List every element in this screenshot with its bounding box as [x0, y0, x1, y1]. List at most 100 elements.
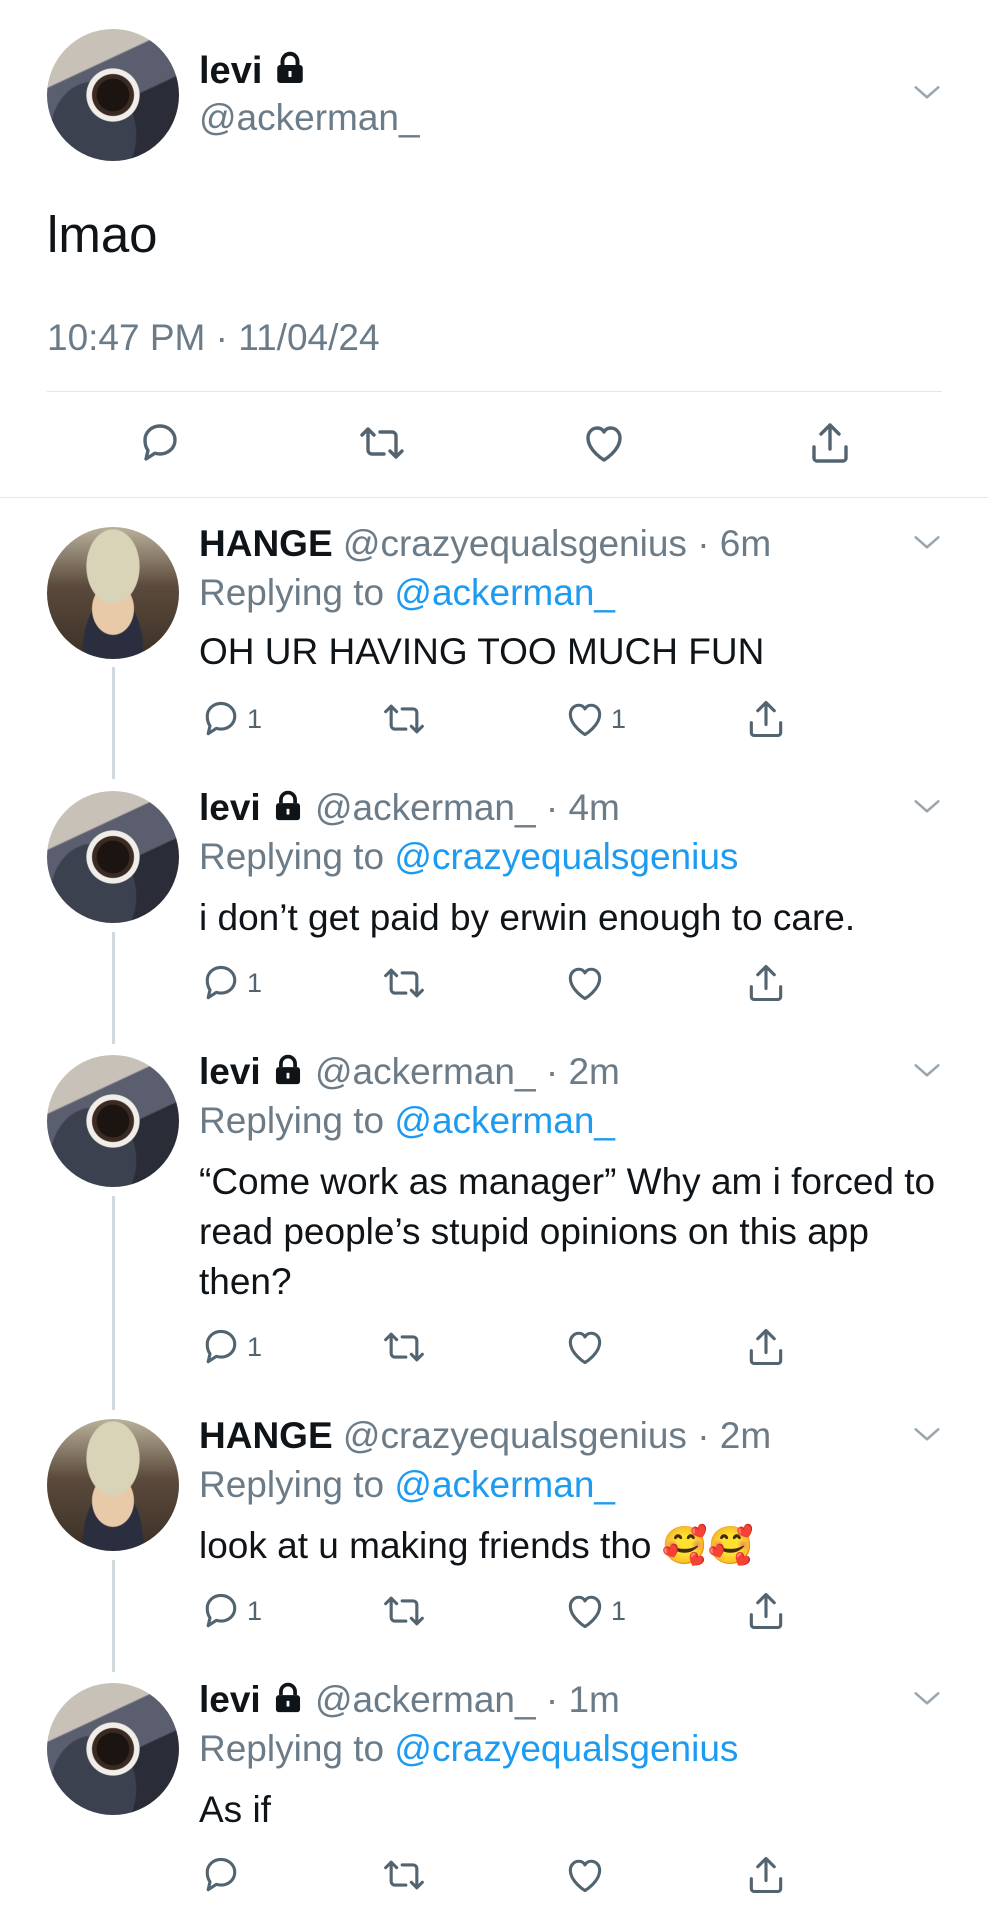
- retweet-icon: [382, 961, 426, 1005]
- share-button[interactable]: [744, 1325, 788, 1369]
- chevron-down-icon[interactable]: [910, 1682, 944, 1716]
- like-icon: [563, 1589, 607, 1633]
- chevron-down-icon[interactable]: [910, 76, 944, 110]
- replying-to-label: Replying to: [199, 1728, 385, 1769]
- thread-line: [112, 1560, 115, 1672]
- reply-author-name: levi: [199, 1051, 261, 1092]
- retweet-icon: [382, 1325, 426, 1369]
- reply-header[interactable]: levi @ackerman_ · 1m: [199, 1678, 620, 1722]
- like-button[interactable]: 1: [563, 1589, 626, 1633]
- reply-count: 1: [247, 1331, 263, 1362]
- like-button[interactable]: [563, 961, 607, 1005]
- chevron-down-icon[interactable]: [910, 1054, 944, 1088]
- lock-icon: [271, 789, 305, 823]
- like-count: 1: [611, 1595, 627, 1626]
- reply-icon: [199, 1589, 243, 1633]
- replying-to: Replying to @ackerman_: [199, 571, 615, 615]
- replying-to-link[interactable]: @crazyequalsgenius: [394, 836, 738, 877]
- replying-to-label: Replying to: [199, 1100, 385, 1141]
- avatar[interactable]: [47, 791, 179, 923]
- reply-header[interactable]: levi @ackerman_ · 2m: [199, 1050, 620, 1094]
- reply-button[interactable]: 1: [199, 1589, 262, 1633]
- replying-to-label: Replying to: [199, 836, 385, 877]
- retweet-button[interactable]: [382, 1589, 426, 1633]
- reply-author-name: HANGE: [199, 1415, 333, 1456]
- lock-icon: [271, 1681, 305, 1715]
- retweet-icon: [382, 697, 426, 741]
- retweet-button[interactable]: [382, 1853, 426, 1897]
- like-icon: [563, 1325, 607, 1369]
- replying-to: Replying to @crazyequalsgenius: [199, 1727, 738, 1771]
- like-button[interactable]: [563, 1325, 607, 1369]
- reply-icon: [199, 961, 243, 1005]
- retweet-icon[interactable]: [358, 419, 406, 467]
- reply-button[interactable]: [199, 1853, 243, 1897]
- avatar[interactable]: [47, 1055, 179, 1187]
- replying-to: Replying to @ackerman_: [199, 1099, 615, 1143]
- like-icon: [563, 1853, 607, 1897]
- replying-to: Replying to @crazyequalsgenius: [199, 835, 738, 879]
- reply-text: look at u making friends tho 🥰🥰: [199, 1525, 754, 1566]
- reply-icon: [199, 1325, 243, 1369]
- share-button[interactable]: [744, 697, 788, 741]
- reply-author-name: HANGE: [199, 523, 333, 564]
- replying-to-link[interactable]: @ackerman_: [394, 1100, 615, 1141]
- chevron-down-icon[interactable]: [910, 790, 944, 824]
- replying-to-link[interactable]: @ackerman_: [394, 572, 615, 613]
- retweet-button[interactable]: [382, 697, 426, 741]
- reply-icon: [199, 1853, 243, 1897]
- reply-handle-time: @ackerman_ · 2m: [315, 1051, 620, 1092]
- reply-count: 1: [247, 967, 263, 998]
- replying-to: Replying to @ackerman_: [199, 1463, 615, 1507]
- share-icon[interactable]: [806, 419, 854, 467]
- retweet-icon: [382, 1853, 426, 1897]
- like-icon: [563, 697, 607, 741]
- avatar[interactable]: [47, 1683, 179, 1815]
- reply-count: 1: [247, 1595, 263, 1626]
- avatar[interactable]: [47, 1419, 179, 1551]
- share-icon: [744, 1853, 788, 1897]
- replying-to-link[interactable]: @ackerman_: [394, 1464, 615, 1505]
- reply-handle-time: @ackerman_ · 4m: [315, 787, 620, 828]
- chevron-down-icon[interactable]: [910, 526, 944, 560]
- reply-handle-time: @crazyequalsgenius · 2m: [342, 1415, 772, 1456]
- reply-icon: [199, 697, 243, 741]
- like-button[interactable]: 1: [563, 697, 626, 741]
- divider: [47, 391, 942, 392]
- reply-icon[interactable]: [136, 419, 184, 467]
- reply-author-name: levi: [199, 787, 261, 828]
- thread-line: [112, 1196, 115, 1410]
- share-button[interactable]: [744, 961, 788, 1005]
- share-icon: [744, 1325, 788, 1369]
- chevron-down-icon[interactable]: [910, 1418, 944, 1452]
- reply-handle-time: @crazyequalsgenius · 6m: [342, 523, 772, 564]
- avatar[interactable]: [47, 527, 179, 659]
- retweet-icon: [382, 1589, 426, 1633]
- author-name[interactable]: levi: [199, 48, 308, 94]
- reply-button[interactable]: 1: [199, 961, 262, 1005]
- share-button[interactable]: [744, 1853, 788, 1897]
- reply-button[interactable]: 1: [199, 697, 262, 741]
- retweet-button[interactable]: [382, 961, 426, 1005]
- tweet-text: lmao: [47, 206, 158, 263]
- reply-header[interactable]: HANGE @crazyequalsgenius · 2m: [199, 1414, 771, 1458]
- tweet-meta: 10:47 PM · 11/04/24: [47, 317, 380, 358]
- share-icon: [744, 961, 788, 1005]
- lock-icon: [272, 50, 308, 86]
- share-button[interactable]: [744, 1589, 788, 1633]
- like-icon[interactable]: [580, 419, 628, 467]
- reply-text: OH UR HAVING TOO MUCH FUN: [199, 631, 765, 672]
- thread-line: [112, 932, 115, 1044]
- avatar[interactable]: [47, 29, 179, 161]
- reply-header[interactable]: HANGE @crazyequalsgenius · 6m: [199, 522, 771, 566]
- reply-button[interactable]: 1: [199, 1325, 262, 1369]
- like-icon: [563, 961, 607, 1005]
- replying-to-label: Replying to: [199, 1464, 385, 1505]
- reply-handle-time: @ackerman_ · 1m: [315, 1679, 620, 1720]
- reply-header[interactable]: levi @ackerman_ · 4m: [199, 786, 620, 830]
- like-button[interactable]: [563, 1853, 607, 1897]
- replying-to-link[interactable]: @crazyequalsgenius: [394, 1728, 738, 1769]
- author-handle[interactable]: @ackerman_: [199, 96, 420, 140]
- retweet-button[interactable]: [382, 1325, 426, 1369]
- lock-icon: [271, 1053, 305, 1087]
